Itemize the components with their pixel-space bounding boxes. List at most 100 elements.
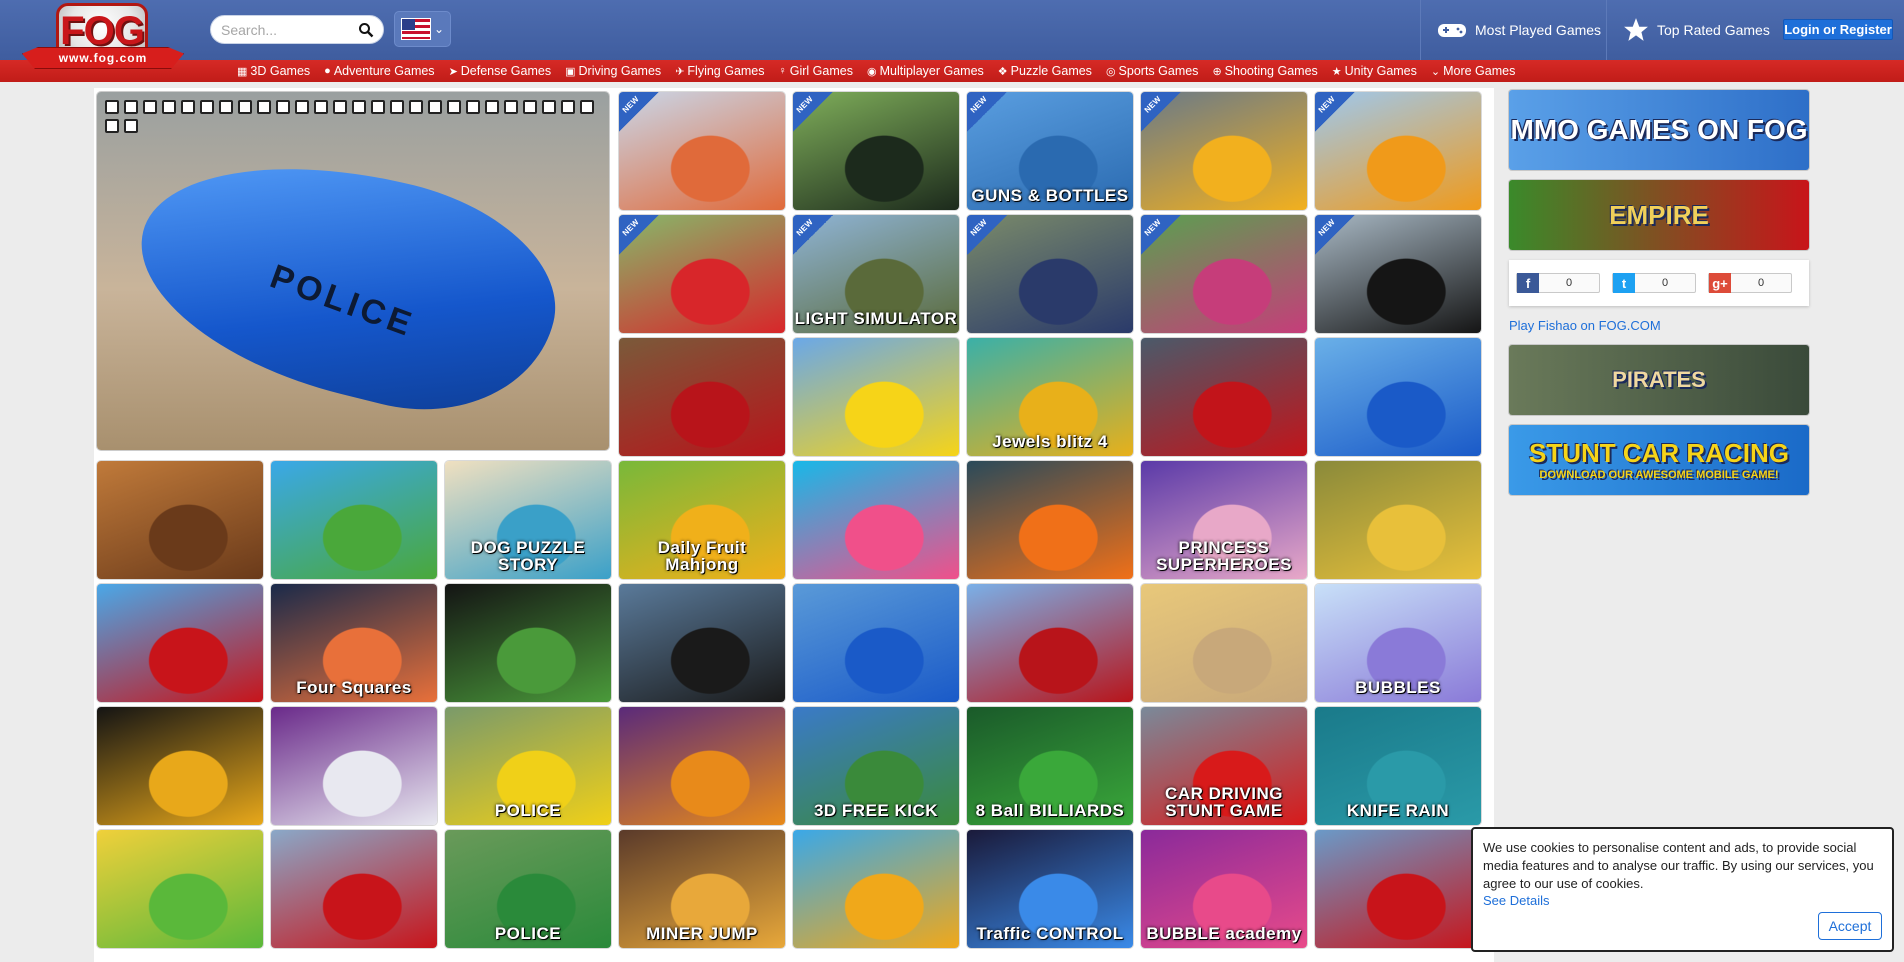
game-thumbnail	[97, 830, 263, 948]
nav-item-adventure-games[interactable]: ● Adventure Games	[324, 64, 434, 78]
nav-item-defense-games[interactable]: ➤ Defense Games	[449, 64, 552, 78]
game-thumbnail	[271, 707, 437, 825]
game-title: BUBBLE academy	[1146, 924, 1302, 943]
game-tile[interactable]	[1315, 461, 1481, 579]
game-tile[interactable]	[1315, 830, 1481, 948]
login-register-button[interactable]: Login or Register	[1783, 19, 1893, 40]
game-tile[interactable]	[619, 338, 785, 456]
game-tile[interactable]: DOG PUZZLE STORY	[445, 461, 611, 579]
game-tile[interactable]	[97, 830, 263, 948]
game-tile[interactable]	[619, 707, 785, 825]
users-icon: ◉	[866, 65, 877, 78]
game-tile[interactable]: PRINCESS SUPERHEROES	[1141, 461, 1307, 579]
game-title: 8 Ball BILLIARDS	[975, 801, 1125, 820]
nav-item-multiplayer-games[interactable]: ◉ Multiplayer Games	[867, 64, 984, 78]
nav-item-flying-games[interactable]: ✈ Flying Games	[675, 64, 764, 78]
game-tile[interactable]: NEW GUNS & BOTTLES	[967, 92, 1133, 210]
search-input[interactable]	[221, 21, 351, 39]
game-tile[interactable]	[271, 830, 437, 948]
game-tile[interactable]	[967, 461, 1133, 579]
game-tile[interactable]: Four Squares	[271, 584, 437, 702]
game-tile[interactable]: NEW	[1141, 92, 1307, 210]
game-thumbnail	[97, 461, 263, 579]
game-thumbnail	[793, 830, 959, 948]
facebook-share-button[interactable]: f0	[1516, 273, 1600, 293]
game-tile[interactable]: CAR DRIVING STUNT GAME	[1141, 707, 1307, 825]
game-tile[interactable]: NEW	[619, 92, 785, 210]
game-tile[interactable]: BUBBLES	[1315, 584, 1481, 702]
game-tile[interactable]: POLICE	[445, 830, 611, 948]
stunt-car-racing-banner[interactable]: STUNT CAR RACING DOWNLOAD OUR AWESOME MO…	[1509, 425, 1809, 495]
game-title: POLICE	[494, 924, 562, 943]
game-tile[interactable]	[1141, 338, 1307, 456]
game-tile[interactable]	[793, 584, 959, 702]
game-thumbnail	[1141, 338, 1307, 456]
share-count: 0	[1661, 277, 1669, 289]
game-tile[interactable]: NEW	[1315, 92, 1481, 210]
twitter-icon: t	[1613, 273, 1635, 293]
featured-dot	[485, 100, 499, 114]
game-tile[interactable]	[97, 584, 263, 702]
nav-item-3d-games[interactable]: ▦ 3D Games	[237, 64, 310, 78]
game-tile[interactable]: NEW	[1141, 215, 1307, 333]
game-tile[interactable]: Jewels blitz 4	[967, 338, 1133, 456]
game-tile[interactable]	[97, 461, 263, 579]
see-details-link[interactable]: See Details	[1483, 893, 1882, 908]
game-tile[interactable]: NEW	[1315, 215, 1481, 333]
nav-item-label: Adventure Games	[333, 64, 435, 78]
game-tile[interactable]: MINER JUMP	[619, 830, 785, 948]
nav-item-sports-games[interactable]: ◎ Sports Games	[1106, 64, 1199, 78]
most-played-link[interactable]: Most Played Games	[1420, 0, 1606, 60]
game-tile[interactable]: Traffic CONTROL	[967, 830, 1133, 948]
game-tile[interactable]: KNIFE RAIN	[1315, 707, 1481, 825]
game-tile[interactable]	[967, 584, 1133, 702]
twitter-share-button[interactable]: t0	[1612, 273, 1696, 293]
play-fishao-link[interactable]: Play Fishao on FOG.COM	[1509, 318, 1661, 333]
pirates-banner[interactable]: PIRATES	[1509, 345, 1809, 415]
game-tile[interactable]	[793, 461, 959, 579]
googleplus-share-button[interactable]: g+ 0	[1708, 273, 1792, 293]
game-tile[interactable]	[619, 584, 785, 702]
search-icon[interactable]	[358, 22, 374, 38]
featured-game-tile[interactable]: POLICE	[97, 92, 609, 450]
nav-item-unity-games[interactable]: ★ Unity Games	[1332, 64, 1417, 78]
nav-item-more-games[interactable]: ⌄ More Games	[1431, 64, 1515, 78]
chevron-down-icon: ⌄	[1430, 65, 1441, 78]
game-tile[interactable]: 8 Ball BILLIARDS	[967, 707, 1133, 825]
nav-item-label: 3D Games	[250, 64, 311, 78]
language-selector[interactable]: ⌄	[394, 11, 451, 47]
game-thumbnail	[1315, 338, 1481, 456]
game-tile[interactable]	[271, 461, 437, 579]
nav-item-shooting-games[interactable]: ⊕ Shooting Games	[1212, 64, 1317, 78]
goodgame-empire-banner[interactable]: EMPIRE	[1509, 180, 1809, 250]
game-tile[interactable]	[445, 584, 611, 702]
game-tile[interactable]	[1315, 338, 1481, 456]
game-tile[interactable]: NEW	[793, 92, 959, 210]
game-tile[interactable]: NEW LIGHT SIMULATOR	[793, 215, 959, 333]
game-tile[interactable]: BUBBLE academy	[1141, 830, 1307, 948]
featured-dot	[333, 100, 347, 114]
fog-logo[interactable]: FOG www.fog.com	[22, 3, 184, 73]
game-tile[interactable]: 3D FREE KICK	[793, 707, 959, 825]
game-tile[interactable]: Daily Fruit Mahjong	[619, 461, 785, 579]
game-tile[interactable]	[1141, 584, 1307, 702]
game-tile[interactable]	[793, 338, 959, 456]
pirates-text: PIRATES	[1612, 367, 1706, 392]
nav-item-puzzle-games[interactable]: ❖ Puzzle Games	[998, 64, 1092, 78]
nav-item-driving-games[interactable]: ▣ Driving Games	[565, 64, 661, 78]
game-tile[interactable]	[271, 707, 437, 825]
new-badge: NEW	[967, 215, 1007, 255]
accept-cookies-button[interactable]: Accept	[1818, 912, 1882, 940]
featured-dot	[295, 100, 309, 114]
game-tile[interactable]	[97, 707, 263, 825]
new-badge: NEW	[619, 92, 659, 132]
game-tile[interactable]: NEW	[967, 215, 1133, 333]
mmo-games-banner[interactable]: MMO GAMES ON FOG	[1509, 90, 1809, 170]
top-rated-link[interactable]: Top Rated Games	[1606, 0, 1778, 60]
nav-item-label: Sports Games	[1118, 64, 1199, 78]
nav-item-girl-games[interactable]: ♀ Girl Games	[779, 64, 853, 78]
game-tile[interactable]: POLICE	[445, 707, 611, 825]
game-tile[interactable]	[793, 830, 959, 948]
game-tile[interactable]: NEW	[619, 215, 785, 333]
featured-dot	[124, 119, 138, 133]
